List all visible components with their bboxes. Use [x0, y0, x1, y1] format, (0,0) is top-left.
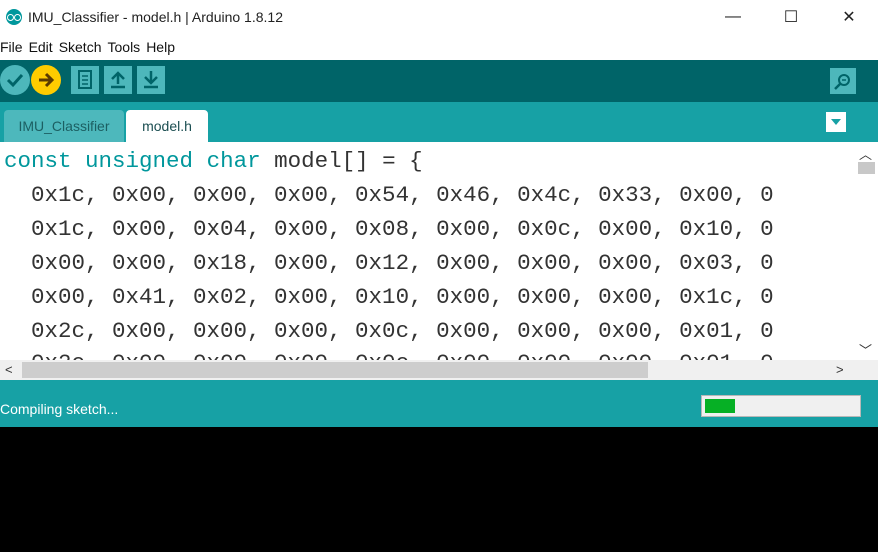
- menu-bar: File Edit Sketch Tools Help: [0, 34, 878, 60]
- vertical-scrollbar[interactable]: ︿ ﹀: [853, 142, 878, 360]
- scroll-down-icon[interactable]: ﹀: [859, 340, 872, 359]
- maximize-button[interactable]: ☐: [762, 0, 820, 34]
- tab-imu-classifier[interactable]: IMU_Classifier: [4, 110, 124, 142]
- menu-sketch[interactable]: Sketch: [59, 39, 107, 55]
- console-output[interactable]: [0, 427, 878, 552]
- scroll-left-icon[interactable]: <: [5, 362, 13, 377]
- menu-tools[interactable]: Tools: [108, 39, 146, 55]
- verify-icon: [6, 73, 24, 88]
- toolbar: [0, 60, 878, 102]
- code-line-declaration: const unsigned char model[] = {: [4, 148, 423, 174]
- compile-progress-bar: [701, 395, 861, 417]
- code-line: 0x2c, 0x00, 0x00, 0x00, 0x0c, 0x00, 0x00…: [4, 318, 774, 344]
- code-editor[interactable]: const unsigned char model[] = { 0x1c, 0x…: [0, 142, 853, 360]
- arduino-logo-icon: [6, 9, 22, 25]
- new-icon: [78, 70, 92, 89]
- tab-model-h[interactable]: model.h: [126, 110, 208, 142]
- close-button[interactable]: ✕: [820, 0, 878, 34]
- title-bar: IMU_Classifier - model.h | Arduino 1.8.1…: [0, 0, 878, 34]
- scroll-up-icon[interactable]: ︿: [859, 144, 872, 163]
- status-message: Compiling sketch...: [0, 400, 119, 417]
- horizontal-scroll-thumb[interactable]: [22, 362, 648, 378]
- status-divider: [0, 380, 878, 390]
- keyword-unsigned: unsigned: [85, 148, 194, 174]
- code-line: 0x00, 0x41, 0x02, 0x00, 0x10, 0x00, 0x00…: [4, 284, 774, 310]
- open-icon: [111, 71, 125, 89]
- scroll-right-icon[interactable]: >: [836, 362, 844, 377]
- save-button[interactable]: [137, 66, 165, 94]
- status-bar: Compiling sketch...: [0, 390, 878, 427]
- horizontal-scrollbar[interactable]: < >: [0, 360, 853, 380]
- code-line: 0x1c, 0x00, 0x00, 0x00, 0x54, 0x46, 0x4c…: [4, 182, 774, 208]
- open-button[interactable]: [104, 66, 132, 94]
- window-title: IMU_Classifier - model.h | Arduino 1.8.1…: [28, 9, 283, 25]
- save-icon: [144, 71, 158, 89]
- upload-icon: [39, 72, 55, 88]
- progress-fill: [705, 399, 735, 413]
- menu-help[interactable]: Help: [146, 39, 180, 55]
- serial-monitor-icon: [834, 74, 850, 90]
- scroll-corner: [853, 360, 878, 380]
- keyword-char: char: [206, 148, 261, 174]
- new-button[interactable]: [71, 66, 99, 94]
- code-line-partial: 0x2c, 0x00, 0x00, 0x00, 0x0c, 0x00, 0x00…: [4, 350, 774, 360]
- menu-file[interactable]: File: [0, 39, 28, 55]
- keyword-const: const: [4, 148, 72, 174]
- minimize-button[interactable]: —: [704, 0, 762, 34]
- code-line: 0x1c, 0x00, 0x04, 0x00, 0x08, 0x00, 0x0c…: [4, 216, 774, 242]
- tab-menu-dropdown-icon[interactable]: [826, 112, 846, 132]
- tab-bar: IMU_Classifier model.h: [0, 102, 878, 142]
- upload-button[interactable]: [31, 65, 61, 95]
- menu-edit[interactable]: Edit: [29, 39, 58, 55]
- code-line: 0x00, 0x00, 0x18, 0x00, 0x12, 0x00, 0x00…: [4, 250, 774, 276]
- serial-monitor-button[interactable]: [830, 68, 856, 94]
- verify-button[interactable]: [0, 65, 30, 95]
- declaration-rest: model[] = {: [260, 148, 423, 174]
- window-controls: — ☐ ✕: [704, 0, 878, 34]
- vertical-scroll-thumb[interactable]: [858, 162, 875, 174]
